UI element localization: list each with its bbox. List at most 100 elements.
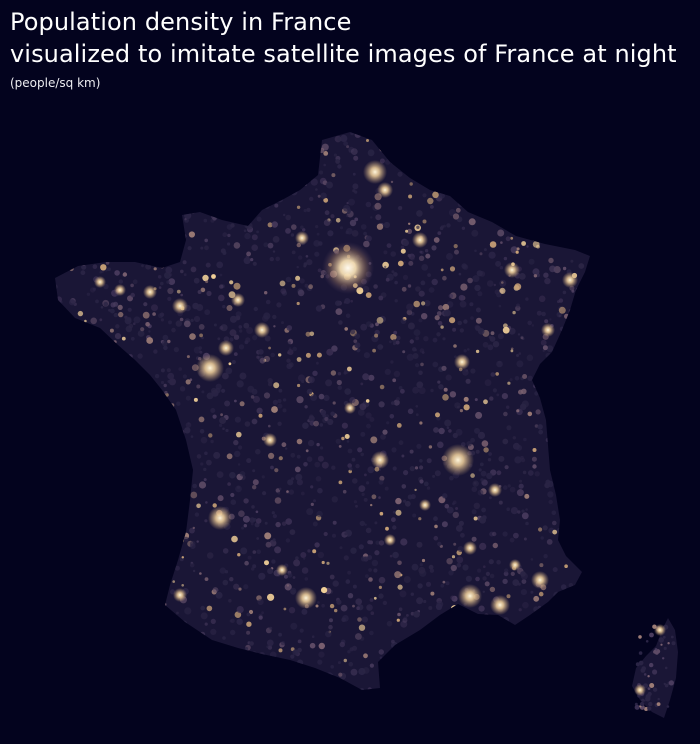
commune-light [239, 372, 247, 380]
commune-light [266, 639, 274, 647]
commune-light [489, 496, 492, 500]
commune-light [527, 411, 533, 417]
commune-light [584, 451, 590, 459]
commune-light [133, 139, 139, 145]
commune-light [55, 660, 58, 666]
commune-light [241, 661, 248, 668]
commune-light [69, 266, 74, 272]
commune-light [314, 461, 321, 468]
commune-light [300, 552, 307, 558]
commune-light [312, 521, 318, 527]
commune-light [175, 196, 179, 200]
commune-light [498, 132, 504, 134]
commune-light [239, 132, 244, 134]
commune-light [364, 132, 368, 134]
commune-light [397, 560, 402, 566]
commune-light [220, 153, 228, 161]
commune-light [252, 550, 257, 554]
commune-light [546, 230, 553, 237]
commune-light [347, 448, 353, 454]
commune-light [390, 159, 395, 164]
commune-light [379, 146, 386, 152]
commune-light [163, 223, 169, 228]
commune-light [204, 238, 208, 243]
commune-light [422, 193, 427, 198]
commune-light [399, 590, 407, 598]
commune-light [57, 591, 64, 599]
commune-light [334, 608, 338, 613]
commune-light [360, 224, 367, 230]
city-glow [208, 506, 232, 530]
commune-light [69, 504, 75, 510]
commune-light [463, 349, 467, 353]
commune-light [301, 608, 308, 615]
commune-light [192, 483, 197, 489]
commune-light [276, 302, 282, 308]
commune-light [178, 367, 182, 371]
commune-light [648, 701, 653, 707]
commune-light [96, 651, 100, 655]
commune-light [363, 497, 368, 502]
commune-light [174, 685, 182, 690]
commune-light [112, 358, 118, 364]
commune-light [118, 279, 124, 284]
commune-light [63, 138, 69, 145]
commune-light [526, 354, 534, 362]
commune-light [344, 434, 350, 439]
commune-light [69, 370, 74, 374]
commune-light [229, 685, 235, 690]
commune-light [355, 504, 358, 508]
commune-light [465, 575, 472, 582]
city-glow [295, 587, 317, 609]
commune-light [96, 215, 103, 222]
commune-light [179, 386, 186, 392]
commune-light [193, 161, 198, 165]
commune-light [212, 216, 217, 221]
commune-light [588, 476, 590, 482]
commune-light [439, 132, 446, 133]
commune-light [204, 622, 208, 626]
commune-light [366, 606, 371, 610]
commune-light [332, 580, 339, 587]
commune-light [314, 678, 320, 684]
commune-light [160, 547, 167, 553]
commune-light [115, 634, 122, 641]
commune-light [440, 325, 444, 329]
commune-light [189, 562, 195, 568]
commune-light [228, 133, 233, 138]
commune-light [80, 617, 87, 624]
commune-light [69, 455, 76, 462]
commune-light [366, 321, 372, 327]
commune-light [140, 327, 145, 332]
commune-light [175, 184, 181, 190]
commune-light [520, 589, 528, 596]
commune-light [304, 144, 311, 151]
commune-light [110, 163, 115, 167]
commune-light [517, 333, 521, 336]
commune-light [169, 417, 174, 422]
commune-light [365, 527, 372, 534]
commune-light [55, 200, 57, 207]
commune-light [239, 401, 245, 407]
commune-light [573, 240, 581, 247]
commune-light [408, 260, 414, 266]
commune-light [482, 590, 485, 593]
commune-light [238, 587, 242, 591]
commune-light [463, 634, 470, 640]
commune-light [573, 652, 578, 657]
commune-light [81, 194, 87, 200]
commune-light [550, 639, 555, 645]
commune-light [471, 613, 478, 620]
commune-light [564, 411, 570, 418]
commune-light [246, 458, 252, 464]
commune-light [264, 291, 268, 295]
commune-light [398, 440, 404, 446]
commune-light [65, 260, 72, 267]
commune-light [70, 634, 76, 640]
commune-light [366, 481, 370, 485]
commune-light [540, 687, 544, 690]
commune-light [246, 621, 252, 627]
commune-light [67, 691, 71, 695]
commune-light [548, 632, 555, 640]
commune-light [369, 598, 374, 602]
